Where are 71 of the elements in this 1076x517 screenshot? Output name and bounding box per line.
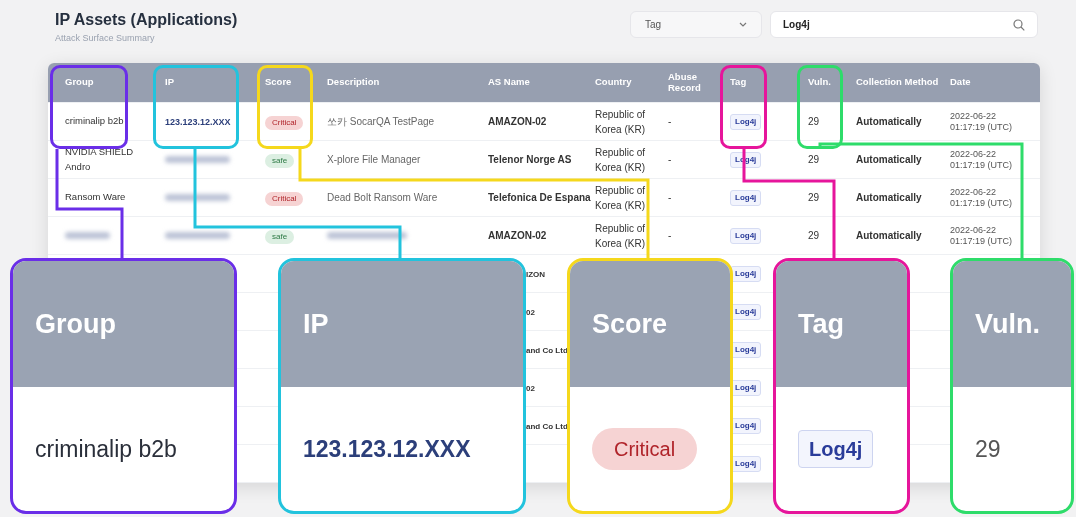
table-cell: AMAZON-02 [488,116,547,127]
table-cell-text: 2022-06-22 01:17:19 (UTC) [950,110,1014,133]
tag-dropdown[interactable]: Tag [630,11,762,38]
table-cell: - [668,192,672,203]
tag-badge: Log4j [730,114,762,130]
score-badge: Critical [592,428,698,470]
tag-badge: Log4j [730,228,762,244]
table-cell: 29 [808,154,820,165]
table-cell-text: and Co Ltd [525,346,568,355]
table-cell: AMAZON-02 [488,230,547,241]
column-header[interactable]: Vuln. [808,77,856,88]
table-cell: Dead Bolt Ransom Ware [327,192,438,203]
column-header[interactable]: Abuse Record [668,72,730,93]
callout-heading: Tag [798,307,844,341]
score-badge: safe [265,229,295,244]
table-cell-text: criminalip b2b [65,114,125,129]
table-cell-text: IZON [525,270,546,279]
column-header[interactable]: Date [950,77,1040,88]
page-subtitle: Attack Surface Summary [55,32,156,45]
table-cell: - [668,230,672,241]
table-cell: Republic of Korea (KR) [595,146,646,173]
table-cell: 123.123.12.XXX [165,116,231,127]
table-cell-text: 02 [525,384,535,393]
callout-heading: Score [592,307,668,341]
column-header[interactable]: Country [595,77,668,88]
column-header[interactable]: Collection Method [856,77,950,88]
column-header[interactable]: Tag [730,77,808,88]
table-cell-text: and Co Ltd [525,422,568,431]
table-cell: Automatically [856,154,922,165]
table-cell: Republic of Korea (KR) [595,222,646,249]
table-cell-text: Ransom Ware [65,190,127,205]
callout-value: 123.123.12.XXX [303,434,471,464]
table-cell: Republic of Korea (KR) [595,108,646,135]
column-header[interactable]: IP [165,77,265,88]
callout-heading: IP [303,307,329,341]
table-cell: Automatically [856,192,922,203]
table-cell: - [668,116,672,127]
page-title: IP Assets (Applications) [55,10,238,30]
tag-badge: Log4j [730,266,762,282]
callout-value: criminalip b2b [35,434,177,464]
column-header[interactable]: Description [327,77,488,88]
score-badge: safe [265,153,295,168]
callout-value: 29 [975,434,1001,464]
table-cell: Automatically [856,230,922,241]
table-cell-text: 02 [525,308,535,317]
table-cell: 29 [808,192,820,203]
table-cell: Telenor Norge AS [488,154,572,165]
table-cell-text: 2022-06-22 01:17:19 (UTC) [950,224,1014,247]
search-field[interactable]: Log4j [770,11,1038,38]
search-icon[interactable] [1013,18,1025,31]
tag-badge: Log4j [730,190,762,206]
table-cell-text: 2022-06-22 01:17:19 (UTC) [950,148,1014,171]
column-header[interactable]: Group [65,77,165,88]
table-cell: 29 [808,116,820,127]
table-cell: Automatically [856,116,922,127]
table-cell: Telefonica De Espana [488,192,591,203]
callout-heading: Vuln. [975,307,1040,341]
callout-heading: Group [35,307,116,341]
table-cell: X-plore File Manager [327,154,421,165]
table-cell-text: 2022-06-22 01:17:19 (UTC) [950,186,1014,209]
table-cell: - [668,154,672,165]
tag-badge: Log4j [798,430,874,468]
table-cell: 쏘카 SocarQA TestPage [327,116,435,127]
score-badge: Critical [265,191,304,206]
chevron-icon [739,22,747,27]
table-cell-text: NVIDIA SHIELD Andro [65,145,135,174]
table-cell: Republic of Korea (KR) [595,184,646,211]
column-header[interactable]: AS Name [488,77,595,88]
score-badge: Critical [265,115,304,130]
table-cell: 29 [808,230,820,241]
column-header[interactable]: Score [265,77,327,88]
